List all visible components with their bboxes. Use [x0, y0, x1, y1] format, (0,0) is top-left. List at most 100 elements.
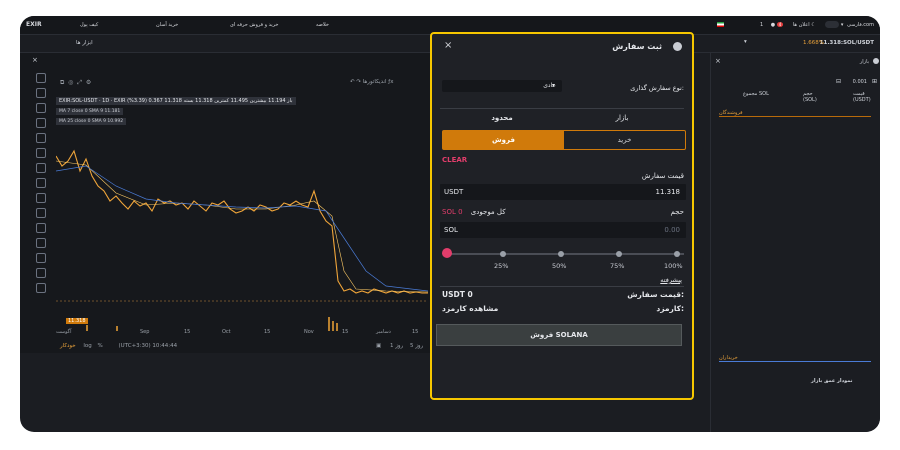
- x-tick: Nov: [304, 329, 314, 335]
- amount-slider-handle[interactable]: [442, 248, 452, 258]
- app-window: EXIR کیف پول خرید آسان خرید و فروش حرفه …: [20, 16, 880, 432]
- close-icon[interactable]: ×: [32, 56, 38, 64]
- chevron-down-icon: ▾: [552, 82, 556, 89]
- trendline-tool-icon[interactable]: [36, 88, 46, 98]
- nav-easy-buy[interactable]: خرید آسان: [156, 22, 178, 28]
- close-icon[interactable]: ×: [715, 57, 721, 65]
- divider: [440, 286, 684, 287]
- chart-bottom-bar: خودکار log % (UTC+3:30) 10:44:44 ▣ 1 روز…: [60, 343, 432, 349]
- price-chart-area: × ⧉ ◎ ⤢ ⚙ ↶ ↷ اندیکاتورها ƒx EXIR:SOL-US…: [20, 53, 432, 353]
- chart-top-toolbar: ⧉ ◎ ⤢ ⚙: [60, 79, 91, 87]
- clear-button[interactable]: CLEAR: [442, 156, 467, 164]
- price-tag: 11.318: [66, 318, 88, 324]
- depth-chart-label: نمودار عمق بازار: [811, 378, 853, 384]
- icon-tool-icon[interactable]: [36, 178, 46, 188]
- sell-tab[interactable]: فروش: [443, 131, 564, 149]
- buy-tab[interactable]: خرید: [564, 131, 685, 149]
- notifications-label[interactable]: اعلان ها: [793, 22, 810, 28]
- text-tool-icon[interactable]: [36, 133, 46, 143]
- settings-icon[interactable]: ⚙: [86, 79, 91, 86]
- undo-icon[interactable]: ↶: [350, 79, 355, 85]
- slider-mark-75[interactable]: 75%: [610, 262, 624, 270]
- x-tick: Oct: [222, 329, 231, 335]
- user-icon[interactable]: ●: [771, 22, 775, 28]
- order-book-panel: × بازار 0.001 ⊞ ⊟ قیمت (USDT) حجم (SOL) …: [710, 53, 880, 432]
- timezone-label[interactable]: (UTC+3:30) 10:44:44: [119, 343, 178, 349]
- minus-icon[interactable]: ⊟: [836, 78, 841, 85]
- x-tick: دسامبر: [376, 329, 391, 335]
- log-scale-toggle[interactable]: log: [83, 343, 91, 349]
- redo-icon[interactable]: ↷: [356, 79, 361, 85]
- advanced-link[interactable]: پیشرفته: [660, 276, 682, 284]
- header-volume: حجم (SOL): [803, 91, 817, 103]
- slider-stop[interactable]: [616, 251, 622, 257]
- volume-input[interactable]: SOL 0.00: [440, 222, 686, 238]
- percent-scale-toggle[interactable]: %: [98, 343, 103, 349]
- slider-stop[interactable]: [558, 251, 564, 257]
- lock-icon[interactable]: [36, 253, 46, 263]
- place-order-modal: × ثبت سفارش نوع سفارش گذاری: ▾ عادی بازا…: [430, 32, 694, 400]
- nav-summary[interactable]: خلاصه: [316, 22, 329, 28]
- brush-tool-icon[interactable]: [36, 118, 46, 128]
- slider-mark-50[interactable]: 50%: [552, 262, 566, 270]
- fib-tool-icon[interactable]: [36, 103, 46, 113]
- auto-scale-toggle[interactable]: خودکار: [60, 343, 76, 349]
- zoom-in-icon[interactable]: [36, 208, 46, 218]
- fullscreen-icon[interactable]: ⤢: [77, 79, 82, 86]
- language-select[interactable]: فارسی: [847, 22, 862, 28]
- magnet-icon[interactable]: [36, 223, 46, 233]
- ticker-symbol[interactable]: 11.318:SOL/USDT: [820, 40, 874, 46]
- modal-title: ثبت سفارش: [612, 42, 662, 51]
- ma25-legend: MA 25 close 0 SMA 9 10.992: [56, 118, 127, 125]
- price-size-select[interactable]: 0.001: [853, 79, 867, 85]
- nav-pro-trade[interactable]: خرید و فروش حرفه ای: [230, 22, 279, 28]
- amount-slider-track[interactable]: [446, 253, 684, 255]
- chevron-down-icon[interactable]: ▾: [744, 39, 747, 45]
- volume-unit: SOL: [444, 226, 458, 234]
- price-input[interactable]: USDT 11.318: [440, 184, 686, 200]
- indicators-button[interactable]: ↶ ↷ اندیکاتورها ƒx: [350, 79, 393, 85]
- ruler-tool-icon[interactable]: [36, 193, 46, 203]
- theme-toggle[interactable]: [825, 21, 840, 28]
- camera-icon[interactable]: ◎: [68, 79, 73, 86]
- range-1d[interactable]: 1 روز: [390, 343, 403, 349]
- buy-sell-toggle: فروش خرید: [442, 130, 686, 150]
- order-type-select[interactable]: ▾ عادی: [442, 80, 562, 92]
- crosshair-tool-icon[interactable]: [36, 73, 46, 83]
- close-icon[interactable]: ×: [444, 40, 452, 51]
- x-tick: 15: [184, 329, 191, 335]
- moon-icon: ☾: [811, 22, 816, 28]
- x-tick: Sep: [140, 329, 150, 335]
- calendar-icon[interactable]: ▣: [376, 343, 381, 349]
- slider-stop[interactable]: [674, 251, 680, 257]
- tab-limit[interactable]: محدود: [442, 114, 562, 122]
- slider-mark-25[interactable]: 25%: [494, 262, 508, 270]
- candlestick-chart[interactable]: [56, 131, 428, 331]
- order-book-title: بازار: [859, 59, 869, 65]
- buyers-divider: [719, 361, 871, 362]
- nav-wallet[interactable]: کیف پول: [80, 22, 98, 28]
- plus-icon[interactable]: ⊞: [872, 78, 877, 85]
- order-price-summary-label: قیمت سفارش:: [627, 290, 684, 299]
- order-type-label: نوع سفارش گذاری:: [630, 84, 684, 92]
- slider-mark-100[interactable]: 100%: [664, 262, 683, 270]
- ticker-change: 1.668%: [803, 40, 824, 46]
- submit-sell-button[interactable]: فروش SOLANA: [436, 324, 682, 346]
- candle-trend: [56, 149, 428, 294]
- flag-icon: [717, 22, 725, 27]
- view-fee-link[interactable]: مشاهده کارمزد: [442, 304, 498, 313]
- pattern-tool-icon[interactable]: [36, 148, 46, 158]
- lock-drawings-icon[interactable]: [36, 238, 46, 248]
- trash-icon[interactable]: [36, 283, 46, 293]
- screenshot-icon[interactable]: ⧉: [60, 79, 64, 86]
- header-price: قیمت (USDT): [853, 91, 871, 103]
- forecast-tool-icon[interactable]: [36, 163, 46, 173]
- fee-label: کارمزد:: [656, 304, 684, 313]
- slider-stop[interactable]: [500, 251, 506, 257]
- ma7-legend: MA 7 close 0 SMA 9 11.181: [56, 108, 124, 115]
- tools-label[interactable]: ابزار ها: [76, 40, 93, 46]
- range-5d[interactable]: 5 روز: [410, 343, 423, 349]
- eye-icon[interactable]: [36, 268, 46, 278]
- tab-market[interactable]: بازار: [562, 114, 682, 122]
- order-price-summary-value: USDT 0: [442, 290, 473, 299]
